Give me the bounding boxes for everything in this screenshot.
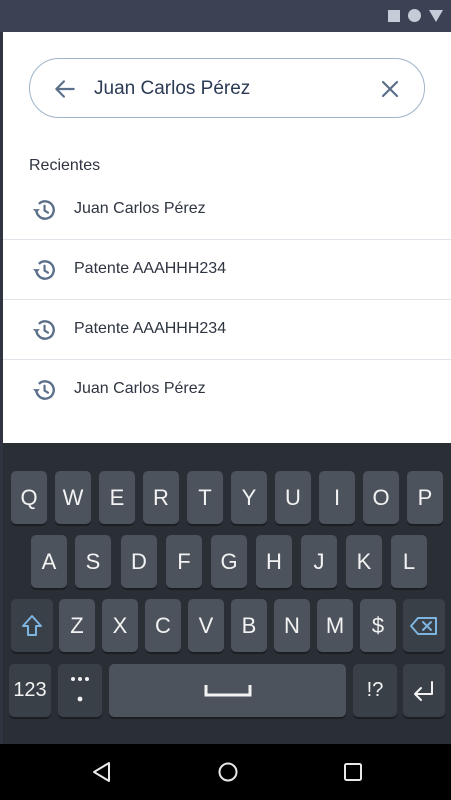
history-icon (32, 320, 55, 340)
recent-item[interactable]: Patente AAAHHH234 (3, 240, 451, 300)
square-icon (388, 9, 400, 22)
key-z[interactable]: Z (59, 599, 95, 652)
search-input[interactable] (94, 71, 364, 107)
back-triangle-icon[interactable] (91, 761, 113, 783)
recent-item[interactable]: Juan Carlos Pérez (3, 360, 451, 419)
key-w[interactable]: W (55, 471, 91, 524)
status-icons (388, 9, 443, 22)
recent-item-label: Juan Carlos Pérez (74, 380, 206, 397)
key-m[interactable]: M (317, 599, 353, 652)
key-j[interactable]: J (301, 535, 337, 588)
close-icon[interactable] (378, 77, 402, 101)
recent-item-label: Patente AAAHHH234 (74, 320, 227, 337)
circle-icon (408, 9, 421, 22)
key-h[interactable]: H (256, 535, 292, 588)
space-icon (204, 684, 251, 696)
key-u[interactable]: U (275, 471, 311, 524)
history-icon (32, 260, 55, 280)
key-o[interactable]: O (363, 471, 399, 524)
search-bar (29, 58, 425, 118)
key-x[interactable]: X (102, 599, 138, 652)
key-t[interactable]: T (187, 471, 223, 524)
key-n[interactable]: N (274, 599, 310, 652)
status-bar (0, 0, 451, 32)
key-q[interactable]: Q (11, 471, 47, 524)
recent-item-label: Juan Carlos Pérez (74, 200, 206, 217)
shift-icon (22, 614, 42, 636)
history-icon (32, 200, 55, 220)
history-icon (32, 380, 55, 400)
navigation-bar (0, 744, 451, 800)
key-e[interactable]: E (99, 471, 135, 524)
numbers-key[interactable]: 123 (9, 664, 51, 717)
key-d[interactable]: D (121, 535, 157, 588)
enter-key[interactable] (403, 664, 445, 717)
shift-key[interactable] (11, 599, 53, 652)
key-g[interactable]: G (211, 535, 247, 588)
recent-item[interactable]: Patente AAAHHH234 (3, 300, 451, 360)
key-r[interactable]: R (143, 471, 179, 524)
recent-item-label: Patente AAAHHH234 (74, 260, 227, 277)
key-f[interactable]: F (166, 535, 202, 588)
recents-square-icon[interactable] (342, 761, 364, 783)
backspace-icon (410, 616, 437, 635)
key-y[interactable]: Y (231, 471, 267, 524)
punctuation-key[interactable] (58, 664, 102, 717)
home-circle-icon[interactable] (217, 761, 239, 783)
arrow-left-icon[interactable] (52, 76, 78, 102)
recent-list: Juan Carlos Pérez Patente AAAHHH234 Pate… (3, 180, 451, 419)
enter-icon (414, 680, 433, 701)
key-b[interactable]: B (231, 599, 267, 652)
space-key[interactable] (109, 664, 346, 717)
key-v[interactable]: V (188, 599, 224, 652)
backspace-key[interactable] (403, 599, 445, 652)
dots-icon (71, 676, 89, 701)
on-screen-keyboard: Q W E R T Y U I O P A S D F G H J K L Z … (3, 443, 451, 744)
key-a[interactable]: A (31, 535, 67, 588)
key-dollar[interactable]: $ (360, 599, 396, 652)
key-k[interactable]: K (346, 535, 382, 588)
recent-item[interactable]: Juan Carlos Pérez (3, 180, 451, 240)
key-s[interactable]: S (75, 535, 111, 588)
recent-heading: Recientes (29, 157, 101, 174)
key-i[interactable]: I (319, 471, 355, 524)
triangle-icon (429, 9, 443, 22)
key-p[interactable]: P (407, 471, 443, 524)
key-l[interactable]: L (391, 535, 427, 588)
key-c[interactable]: C (145, 599, 181, 652)
symbols-key[interactable]: !? (353, 664, 397, 717)
